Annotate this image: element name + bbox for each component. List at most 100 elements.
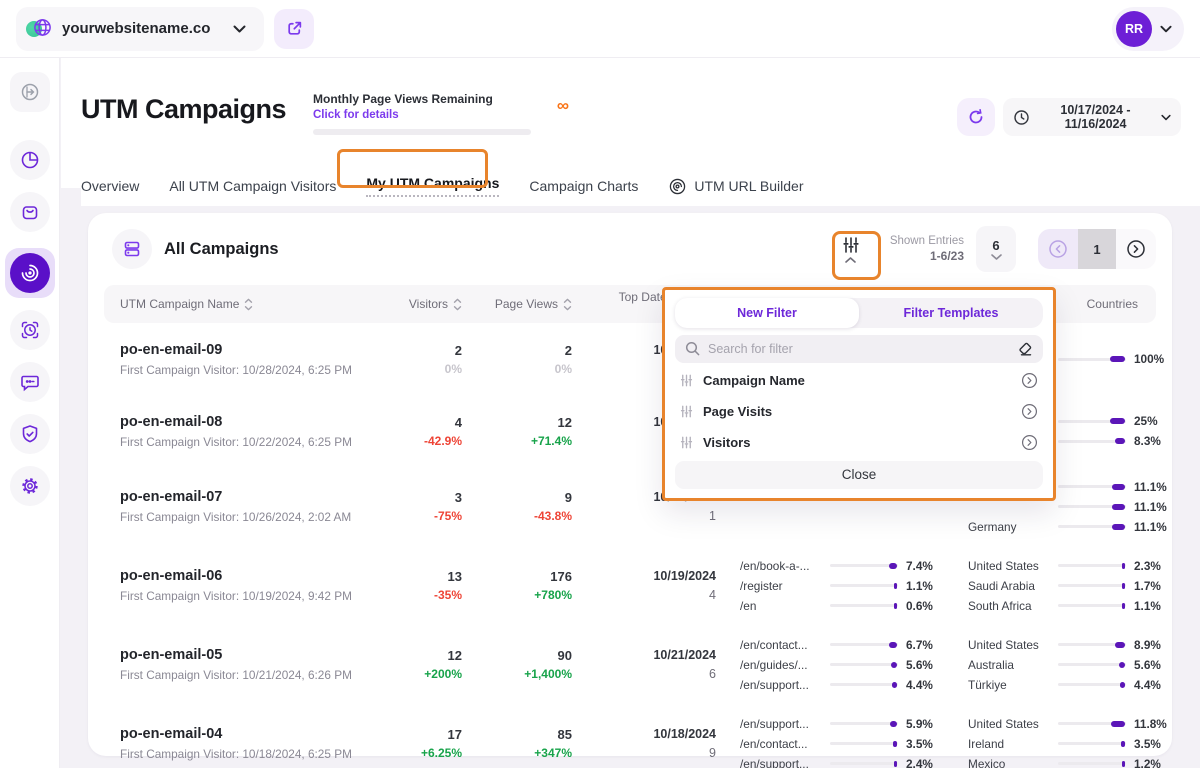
page-percent: 2.4% bbox=[906, 757, 944, 768]
page-bar: /en/book-a-...7.4% bbox=[740, 559, 944, 572]
usage-progress-bar bbox=[313, 129, 531, 135]
sidebar-item-settings[interactable] bbox=[10, 466, 50, 506]
page-bar: /en/support...4.4% bbox=[740, 678, 944, 691]
tab-my-utm-campaigns[interactable]: My UTM Campaigns bbox=[366, 175, 499, 197]
country-percent: 11.1% bbox=[1134, 480, 1172, 494]
filter-tab-new-filter[interactable]: New Filter bbox=[675, 298, 859, 328]
arrow-right-circle-icon[interactable] bbox=[1020, 371, 1039, 390]
table-row[interactable]: po-en-email-06First Campaign Visitor: 10… bbox=[104, 546, 1156, 625]
collapse-icon bbox=[19, 81, 41, 103]
database-icon bbox=[112, 229, 152, 269]
tab-overview[interactable]: Overview bbox=[81, 178, 139, 194]
sidebar-item-security[interactable] bbox=[10, 414, 50, 454]
page-label: /en/support... bbox=[740, 717, 822, 731]
pagination: 1 bbox=[1038, 229, 1156, 269]
column-label: Visitors bbox=[409, 297, 448, 311]
country-label: Ireland bbox=[968, 737, 1050, 751]
sort-icon bbox=[244, 298, 253, 311]
country-bar: United States8.9% bbox=[968, 638, 1172, 651]
page-label: /register bbox=[740, 579, 822, 593]
topbar: yourwebsitename.co RR bbox=[0, 0, 1200, 58]
country-track bbox=[1058, 564, 1126, 567]
sidebar-item-dashboard[interactable] bbox=[10, 140, 50, 180]
usage-details-link[interactable]: Click for details bbox=[313, 109, 541, 121]
campaign-name: po-en-email-08 bbox=[120, 414, 360, 430]
page-label: /en/guides/... bbox=[740, 658, 822, 672]
tab-label: Campaign Charts bbox=[529, 178, 638, 194]
pages-cell: /en/book-a-...7.4%/register1.1%/en0.6% bbox=[740, 559, 944, 612]
tab-campaign-charts[interactable]: Campaign Charts bbox=[529, 178, 638, 194]
sidebar-item-collapse[interactable] bbox=[10, 72, 50, 112]
campaign-name-cell: po-en-email-06First Campaign Visitor: 10… bbox=[120, 568, 360, 603]
sidebar-item-campaigns[interactable] bbox=[5, 248, 55, 298]
column-header-visitors[interactable]: Visitors bbox=[384, 297, 462, 311]
filter-popup: New FilterFilter Templates Campaign Name… bbox=[662, 287, 1056, 501]
chevron-down-icon bbox=[233, 25, 246, 33]
column-header-page-views[interactable]: Page Views bbox=[486, 297, 572, 311]
filter-tab-filter-templates[interactable]: Filter Templates bbox=[859, 298, 1043, 328]
next-page-button[interactable] bbox=[1116, 229, 1156, 269]
filter-search-input[interactable] bbox=[708, 342, 1009, 356]
tab-utm-url-builder[interactable]: UTM URL Builder bbox=[668, 177, 803, 196]
country-track bbox=[1058, 663, 1126, 666]
country-percent: 1.1% bbox=[1134, 599, 1172, 613]
visitors-cell: 13-35% bbox=[384, 569, 462, 602]
visitors-cell: 3-75% bbox=[384, 490, 462, 523]
pages-cell: /en/contact...6.7%/en/guides/...5.6%/en/… bbox=[740, 638, 944, 691]
tab-label: All UTM Campaign Visitors bbox=[169, 178, 336, 194]
campaign-name-cell: po-en-email-09First Campaign Visitor: 10… bbox=[120, 342, 360, 377]
country-bar: Australia5.6% bbox=[968, 658, 1172, 671]
current-page[interactable]: 1 bbox=[1078, 229, 1116, 269]
date-range-picker[interactable]: 10/17/2024 - 11/16/2024 bbox=[1003, 98, 1181, 136]
refresh-button[interactable] bbox=[957, 98, 995, 136]
account-menu[interactable]: RR bbox=[1112, 7, 1184, 51]
first-visitor: First Campaign Visitor: 10/28/2024, 6:25… bbox=[120, 363, 360, 377]
arrow-right-circle-icon[interactable] bbox=[1020, 433, 1039, 452]
page-label: /en/book-a-... bbox=[740, 559, 822, 573]
column-header-utm-campaign-name[interactable]: UTM Campaign Name bbox=[120, 297, 360, 311]
campaign-name-cell: po-en-email-04First Campaign Visitor: 10… bbox=[120, 726, 360, 761]
page-track bbox=[830, 762, 898, 765]
arrow-right-circle-icon[interactable] bbox=[1020, 402, 1039, 421]
table-row[interactable]: po-en-email-05First Campaign Visitor: 10… bbox=[104, 625, 1156, 704]
chevron-down-icon bbox=[1161, 114, 1171, 121]
filter-button[interactable] bbox=[830, 228, 872, 270]
sort-icon bbox=[453, 298, 462, 311]
filter-item-campaign-name[interactable]: Campaign Name bbox=[675, 365, 1043, 396]
prev-page-button[interactable] bbox=[1038, 229, 1078, 269]
page-percent: 5.6% bbox=[906, 658, 944, 672]
campaign-name-cell: po-en-email-05First Campaign Visitor: 10… bbox=[120, 647, 360, 682]
sidebar-item-goals[interactable] bbox=[10, 310, 50, 350]
search-icon bbox=[685, 341, 700, 356]
mixer-icon bbox=[679, 435, 694, 450]
page-track bbox=[830, 584, 898, 587]
clock-icon bbox=[1013, 109, 1030, 126]
table-row[interactable]: po-en-email-04First Campaign Visitor: 10… bbox=[104, 704, 1156, 768]
filter-sliders-icon bbox=[841, 235, 861, 255]
tab-label: My UTM Campaigns bbox=[366, 175, 499, 191]
filter-item-page-visits[interactable]: Page Visits bbox=[675, 396, 1043, 427]
filter-item-visitors[interactable]: Visitors bbox=[675, 427, 1043, 458]
tab-label: Overview bbox=[81, 178, 139, 194]
country-percent: 4.4% bbox=[1134, 678, 1172, 692]
sidebar-item-store[interactable] bbox=[10, 192, 50, 232]
filter-close-button[interactable]: Close bbox=[675, 461, 1043, 489]
country-track bbox=[1058, 683, 1126, 686]
country-bar: Mexico1.2% bbox=[968, 757, 1172, 768]
country-bar: Ireland3.5% bbox=[968, 737, 1172, 750]
first-visitor: First Campaign Visitor: 10/22/2024, 6:25… bbox=[120, 435, 360, 449]
column-label: Page Views bbox=[495, 297, 558, 311]
page-percent: 1.1% bbox=[906, 579, 944, 593]
country-label: United States bbox=[968, 717, 1050, 731]
site-selector[interactable]: yourwebsitename.co bbox=[16, 7, 264, 51]
country-label: South Africa bbox=[968, 599, 1050, 613]
page-size-select[interactable]: 6 bbox=[976, 226, 1016, 272]
shown-entries: Shown Entries 1-6/23 bbox=[890, 235, 964, 263]
infinity-value: ∞ bbox=[557, 96, 569, 116]
tab-all-utm-campaign-visitors[interactable]: All UTM Campaign Visitors bbox=[169, 178, 336, 194]
eraser-icon[interactable] bbox=[1017, 341, 1033, 357]
country-bar: Germany11.1% bbox=[968, 520, 1172, 533]
sidebar-item-feedback[interactable] bbox=[10, 362, 50, 402]
site-name: yourwebsitename.co bbox=[62, 20, 223, 37]
open-site-button[interactable] bbox=[274, 9, 314, 49]
